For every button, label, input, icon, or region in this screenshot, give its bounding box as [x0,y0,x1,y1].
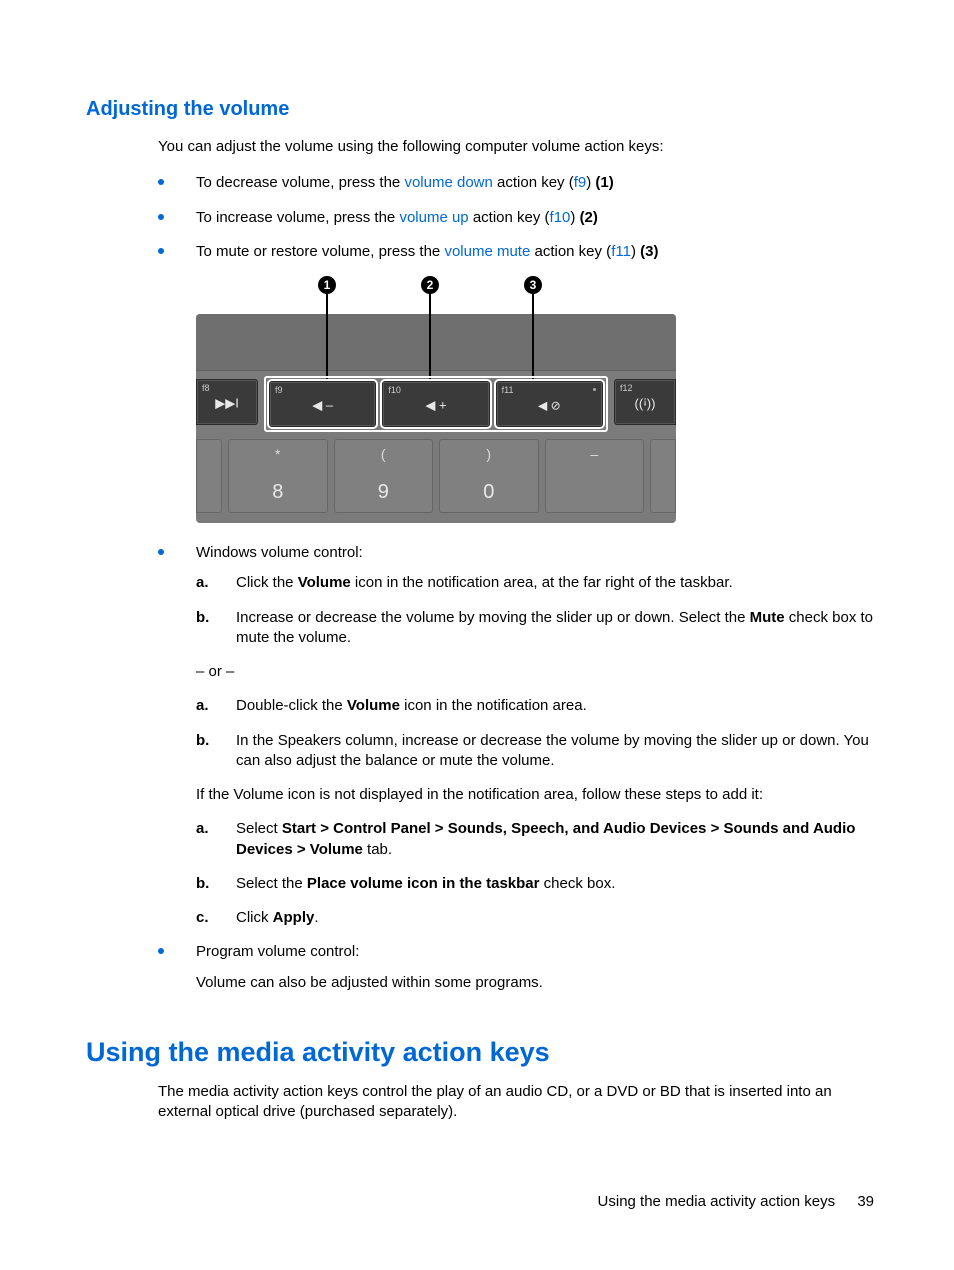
step-3b: b.Select the Place volume icon in the ta… [196,874,874,894]
or-separator: – or – [196,662,874,682]
win-vol-steps-1: a.Click the Volume icon in the notificat… [196,573,874,648]
callout-1: 1 [318,276,336,294]
if-not-displayed: If the Volume icon is not displayed in t… [196,785,874,805]
wireless-icon: ((ꜟ)) [635,396,656,411]
key-partial-right [650,439,676,513]
key-8: * 8 [228,439,328,513]
program-volume-text: Volume can also be adjusted within some … [196,973,874,993]
step-3a: a.Select Start > Control Panel > Sounds,… [196,819,874,860]
key-f11: f11 ◀ ⊘ [496,381,603,427]
link-f10[interactable]: f10 [550,209,571,226]
heading-adjusting-volume: Adjusting the volume [86,98,874,121]
function-key-row: f8 ▶▶I f9 ◀ – f10 ◀ + f11 ◀ ⊘ [206,379,666,429]
step-3c: c.Click Apply. [196,908,874,928]
callout-3: 3 [524,276,542,294]
link-volume-down[interactable]: volume down [404,174,492,191]
win-vol-steps-3: a.Select Start > Control Panel > Sounds,… [196,819,874,928]
step-2b: b.In the Speakers column, increase or de… [196,731,874,772]
bullet-program-volume: Program volume control: Volume can also … [158,942,874,993]
media-intro-text: The media activity action keys control t… [158,1082,874,1123]
volume-up-icon: ◀ + [425,398,446,414]
key-minus: – [545,439,645,513]
bullet-volume-down: To decrease volume, press the volume dow… [158,173,874,193]
bullet-volume-up: To increase volume, press the volume up … [158,208,874,228]
step-1b: b.Increase or decrease the volume by mov… [196,608,874,649]
key-f10: f10 ◀ + [382,381,489,427]
secondary-list: Windows volume control: a.Click the Volu… [158,543,874,993]
volume-mute-icon: ◀ ⊘ [538,398,561,412]
key-f8: f8 ▶▶I [196,379,258,425]
footer-section: Using the media activity action keys [598,1193,836,1210]
highlighted-keys-group: f9 ◀ – f10 ◀ + f11 ◀ ⊘ [264,376,608,432]
bullet-volume-mute: To mute or restore volume, press the vol… [158,242,874,262]
key-9: ( 9 [334,439,434,513]
link-f11[interactable]: f11 [611,243,631,260]
heading-media-activity: Using the media activity action keys [86,1037,874,1068]
link-volume-mute[interactable]: volume mute [444,243,530,260]
link-f9[interactable]: f9 [574,174,587,191]
keyboard-diagram: 1 2 3 f8 ▶▶I f9 ◀ – f10 ◀ + [196,276,676,523]
callout-2: 2 [421,276,439,294]
volume-down-icon: ◀ – [312,398,333,414]
intro-text: You can adjust the volume using the foll… [158,137,874,157]
step-2a: a.Double-click the Volume icon in the no… [196,696,874,716]
key-f12: f12 ((ꜟ)) [614,379,676,425]
win-vol-steps-2: a.Double-click the Volume icon in the no… [196,696,874,771]
next-track-icon: ▶▶I [215,396,239,412]
action-keys-list: To decrease volume, press the volume dow… [158,173,874,262]
number-key-row: * 8 ( 9 ) 0 – [206,439,666,513]
page-number: 39 [857,1193,874,1210]
keyboard: f8 ▶▶I f9 ◀ – f10 ◀ + f11 ◀ ⊘ [196,314,676,523]
key-f9: f9 ◀ – [269,381,376,427]
key-0: ) 0 [439,439,539,513]
page: Adjusting the volume You can adjust the … [0,0,954,1270]
key-partial-left [196,439,222,513]
bullet-windows-volume: Windows volume control: a.Click the Volu… [158,543,874,928]
page-footer: Using the media activity action keys 39 [598,1193,874,1210]
step-1a: a.Click the Volume icon in the notificat… [196,573,874,593]
link-volume-up[interactable]: volume up [399,209,468,226]
